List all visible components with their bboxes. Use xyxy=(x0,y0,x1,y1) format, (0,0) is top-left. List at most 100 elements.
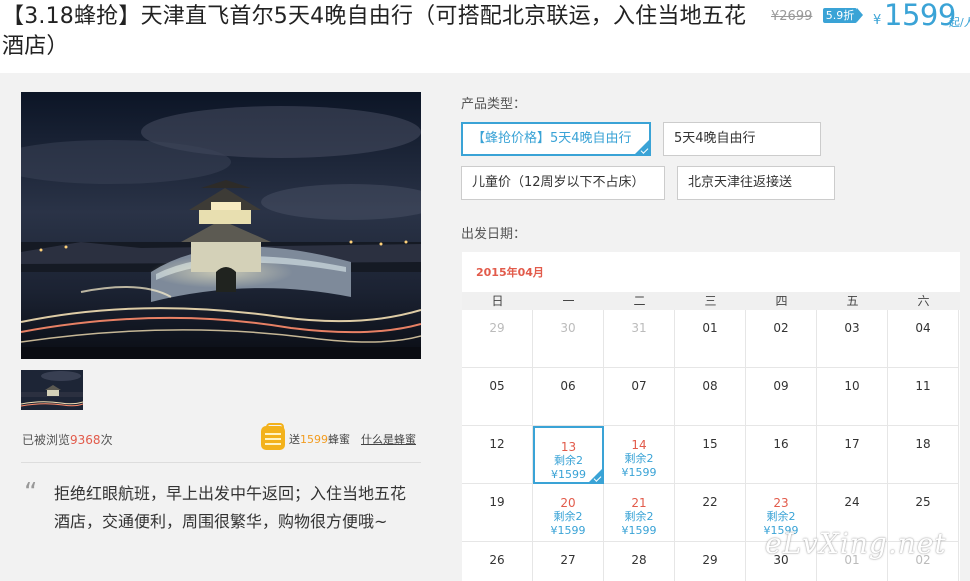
departure-date-label: 出发日期： xyxy=(461,227,527,242)
quote-mark-icon: “ xyxy=(24,478,38,508)
calendar-day-available[interactable]: 14 剩余2 ¥1599 xyxy=(604,426,675,484)
calendar-day: 08 xyxy=(675,368,746,426)
day-number: 24 xyxy=(844,495,860,509)
day-number: 07 xyxy=(631,379,647,393)
calendar-day: 28 xyxy=(604,542,675,581)
sale-price: 1599 xyxy=(884,0,956,32)
calendar-day: 04 xyxy=(888,310,959,368)
day-number: 29 xyxy=(489,321,505,335)
day-number: 18 xyxy=(915,437,931,451)
day-number: 11 xyxy=(915,379,931,393)
honey-jar-icon xyxy=(261,423,285,450)
discount-badge: 5.9折 xyxy=(823,8,863,23)
calendar-day: 27 xyxy=(533,542,604,581)
page-title: 【3.18蜂抢】天津直飞首尔5天4晚自由行（可搭配北京联运，入住当地五花酒店） xyxy=(2,4,747,59)
day-number: 31 xyxy=(631,321,647,335)
day-stock: 剩余2 xyxy=(553,510,583,523)
day-number: 27 xyxy=(560,553,576,567)
weekday-label: 四 xyxy=(775,294,788,308)
day-number: 12 xyxy=(489,437,505,451)
price-currency: ¥ xyxy=(873,13,882,28)
calendar-day: 01 xyxy=(675,310,746,368)
calendar-day: 06 xyxy=(533,368,604,426)
day-number: 06 xyxy=(560,379,576,393)
day-price: ¥1599 xyxy=(550,524,586,537)
calendar-day-available[interactable]: 21 剩余2 ¥1599 xyxy=(604,484,675,542)
day-number: 30 xyxy=(560,321,576,335)
weekday-label: 三 xyxy=(704,294,717,308)
calendar-day: 15 xyxy=(675,426,746,484)
day-number: 28 xyxy=(631,553,647,567)
calendar-day: 22 xyxy=(675,484,746,542)
calendar-month: 2015年04月 xyxy=(476,266,544,279)
day-stock: 剩余2 xyxy=(766,510,796,523)
weekday-label: 五 xyxy=(846,294,859,308)
calendar-day: 07 xyxy=(604,368,675,426)
day-stock: 剩余2 xyxy=(624,452,654,465)
calendar-day: 10 xyxy=(817,368,888,426)
day-price: ¥1599 xyxy=(621,466,657,479)
day-number: 02 xyxy=(773,321,789,335)
calendar-day: 16 xyxy=(746,426,817,484)
calendar-day: 26 xyxy=(462,542,533,581)
day-number: 09 xyxy=(773,379,789,393)
day-price: ¥1599 xyxy=(621,524,657,537)
calendar-day: 29 xyxy=(462,310,533,368)
calendar-day: 03 xyxy=(817,310,888,368)
day-stock: 剩余2 xyxy=(624,510,654,523)
calendar-day: 09 xyxy=(746,368,817,426)
product-option-flash-sale[interactable]: 【蜂抢价格】5天4晚自由行 xyxy=(461,122,651,156)
watermark: eLvXing.net xyxy=(765,527,947,560)
calendar-day: 29 xyxy=(675,542,746,581)
day-number: 15 xyxy=(702,437,718,451)
calendar-day: 02 xyxy=(746,310,817,368)
honey-reward: 送1599蜂蜜 xyxy=(289,433,350,446)
day-number: 05 xyxy=(489,379,505,393)
day-number: 22 xyxy=(702,495,718,509)
view-count-number: 9368 xyxy=(70,433,101,447)
day-number: 03 xyxy=(844,321,860,335)
price-suffix: 起/人 xyxy=(949,16,970,29)
main-product-photo[interactable] xyxy=(21,92,421,359)
day-stock: 剩余2 xyxy=(554,454,583,467)
photo-thumbnail[interactable] xyxy=(21,370,83,410)
honey-count: 1599 xyxy=(300,433,328,446)
check-icon xyxy=(640,146,649,154)
calendar-day: 05 xyxy=(462,368,533,426)
day-number: 19 xyxy=(489,495,505,509)
day-number: 29 xyxy=(702,553,718,567)
product-option-5d4n[interactable]: 5天4晚自由行 xyxy=(663,122,821,156)
weekday-label: 日 xyxy=(491,294,504,308)
product-description: 拒绝红眼航班，早上出发中午返回；入住当地五花酒店，交通便利，周围很繁华，购物很方… xyxy=(54,484,407,531)
calendar-day: 19 xyxy=(462,484,533,542)
product-option-child[interactable]: 儿童价（12周岁以下不占床） xyxy=(461,166,665,200)
divider xyxy=(21,462,421,463)
weekday-header: 日一二三四五六 xyxy=(462,292,960,310)
day-number: 14 xyxy=(631,438,647,452)
calendar-day: 30 xyxy=(533,310,604,368)
header: 【3.18蜂抢】天津直飞首尔5天4晚自由行（可搭配北京联运，入住当地五花酒店） … xyxy=(0,0,970,73)
day-number: 13 xyxy=(560,440,577,454)
what-is-honey-link[interactable]: 什么是蜂蜜 xyxy=(361,431,416,447)
day-price: ¥1599 xyxy=(551,468,586,481)
weekday-label: 二 xyxy=(633,294,646,308)
day-number: 20 xyxy=(560,496,576,510)
weekday-label: 六 xyxy=(917,294,930,308)
product-option-transfer[interactable]: 北京天津往返接送 xyxy=(677,166,835,200)
calendar-day: 11 xyxy=(888,368,959,426)
product-type-label: 产品类型： xyxy=(461,97,527,112)
calendar-day: 31 xyxy=(604,310,675,368)
calendar-day-available[interactable]: 20 剩余2 ¥1599 xyxy=(533,484,604,542)
day-number: 08 xyxy=(702,379,718,393)
check-icon xyxy=(593,474,602,482)
calendar-day: 18 xyxy=(888,426,959,484)
calendar-day: 12 xyxy=(462,426,533,484)
calendar-day: 17 xyxy=(817,426,888,484)
day-number: 16 xyxy=(773,437,789,451)
view-count: 已被浏览9368次 xyxy=(22,433,113,447)
day-number: 23 xyxy=(773,496,789,510)
day-number: 04 xyxy=(915,321,931,335)
day-number: 17 xyxy=(844,437,860,451)
day-number: 21 xyxy=(631,496,647,510)
calendar-day-selected[interactable]: 13 剩余2 ¥1599 xyxy=(533,426,604,484)
